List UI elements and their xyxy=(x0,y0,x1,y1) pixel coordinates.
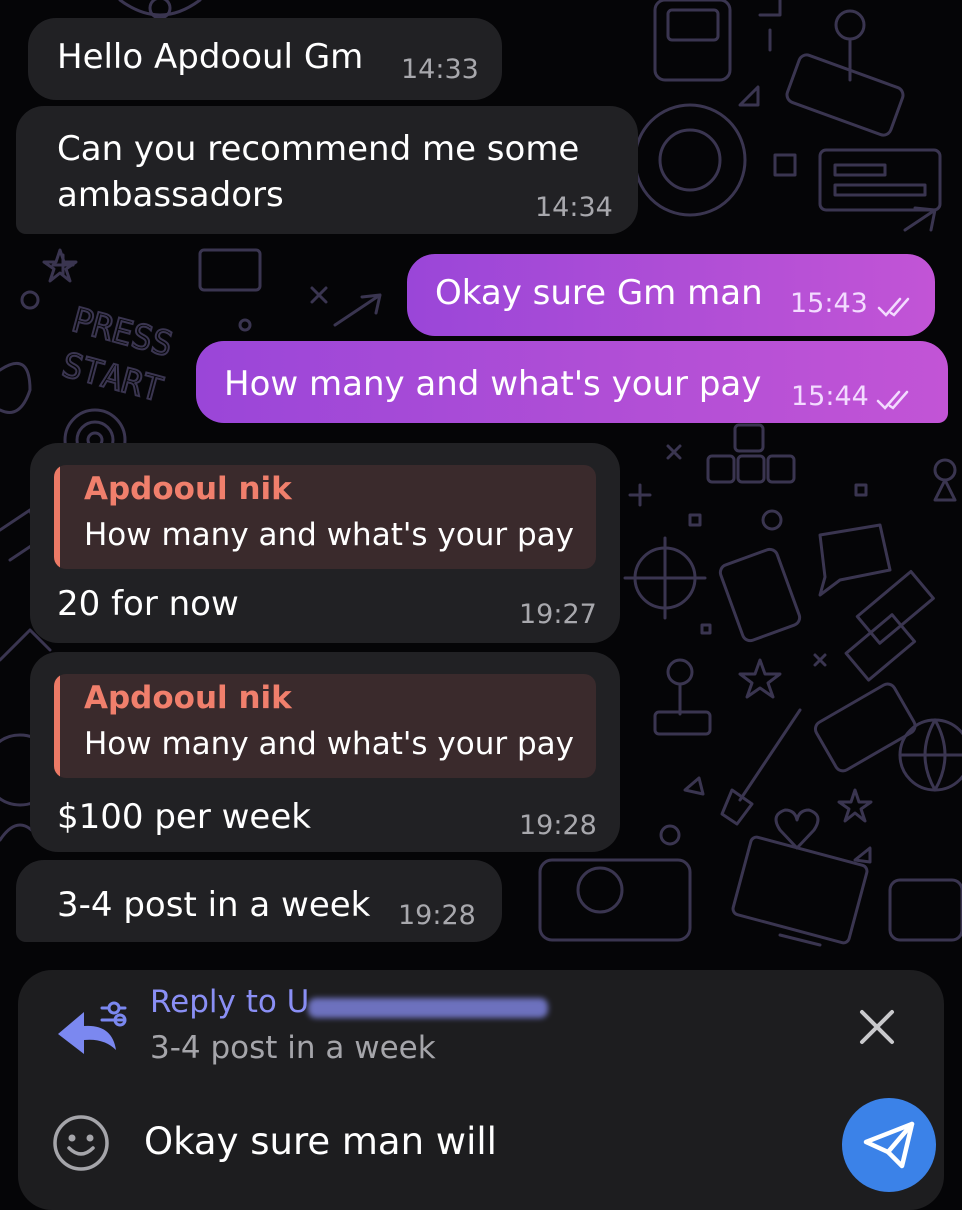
reply-arrow-icon xyxy=(58,1001,127,1054)
reply-preview-text: 3-4 post in a week xyxy=(150,1030,436,1066)
reply-quote[interactable]: Apdooul nik How many and what's your pay xyxy=(54,465,596,569)
message-text: $100 per week xyxy=(57,797,311,837)
emoji-icon[interactable] xyxy=(52,1114,110,1172)
message-bubble-incoming[interactable]: 3-4 post in a week 19:28 xyxy=(16,860,502,942)
message-text: 20 for now xyxy=(57,584,239,624)
message-text: How many and what's your pay xyxy=(224,364,762,404)
quote-text: How many and what's your pay xyxy=(84,517,574,553)
quote-sender-name: Apdooul nik xyxy=(84,680,292,716)
close-icon[interactable] xyxy=(856,1006,898,1048)
double-check-icon xyxy=(877,297,910,317)
message-text: Okay sure Gm man xyxy=(435,273,763,313)
message-time: 19:27 xyxy=(519,599,597,630)
message-text: Hello Apdooul Gm xyxy=(57,37,364,77)
message-time: 14:33 xyxy=(401,54,479,85)
message-bubble-incoming[interactable]: Can you recommend me some ambassadors 14… xyxy=(16,106,638,234)
message-bubble-outgoing[interactable]: How many and what's your pay 15:44 xyxy=(196,341,948,423)
reply-to-label: Reply to U xyxy=(150,984,310,1020)
message-time: 15:43 xyxy=(790,288,868,319)
message-text-line: ambassadors xyxy=(57,175,284,215)
message-time: 19:28 xyxy=(398,900,476,931)
message-time: 19:28 xyxy=(519,810,597,841)
quote-text: How many and what's your pay xyxy=(84,726,574,762)
redacted-username xyxy=(308,998,548,1018)
message-bubble-incoming[interactable]: Apdooul nik How many and what's your pay… xyxy=(30,443,620,643)
message-bubble-incoming[interactable]: Hello Apdooul Gm 14:33 xyxy=(28,18,502,100)
quote-accent-bar xyxy=(54,674,60,778)
send-button[interactable] xyxy=(842,1098,936,1192)
message-text-line: Can you recommend me some xyxy=(57,129,580,169)
message-text: 3-4 post in a week xyxy=(57,885,371,925)
message-input[interactable] xyxy=(144,1116,824,1166)
double-check-icon xyxy=(876,390,909,410)
quote-sender-name: Apdooul nik xyxy=(84,471,292,507)
message-time: 14:34 xyxy=(535,192,613,223)
message-time: 15:44 xyxy=(791,381,869,412)
message-composer: Reply to U 3-4 post in a week xyxy=(18,970,944,1210)
quote-accent-bar xyxy=(54,465,60,569)
message-bubble-incoming[interactable]: Apdooul nik How many and what's your pay… xyxy=(30,652,620,852)
message-bubble-outgoing[interactable]: Okay sure Gm man 15:43 xyxy=(407,254,935,336)
reply-quote[interactable]: Apdooul nik How many and what's your pay xyxy=(54,674,596,778)
send-icon xyxy=(863,1121,915,1169)
